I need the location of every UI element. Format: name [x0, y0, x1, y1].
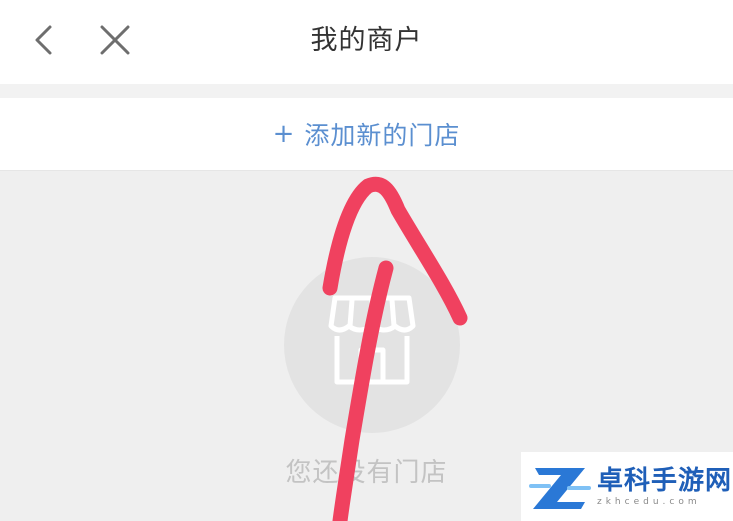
store-icon — [328, 295, 416, 385]
section-divider — [0, 84, 733, 98]
top-bar: 我的商户 — [0, 0, 733, 84]
brand-logo-icon — [529, 467, 591, 509]
plus-icon: + — [272, 119, 295, 149]
page-title: 我的商户 — [310, 25, 423, 56]
add-store-button[interactable]: + 添加新的门店 — [0, 98, 733, 171]
add-store-label: 添加新的门店 — [304, 121, 461, 150]
watermark-brand: 卓科手游网 — [597, 466, 733, 496]
watermark: 卓科手游网 zkhcedu.com — [521, 452, 733, 521]
watermark-url: zkhcedu.com — [597, 497, 701, 507]
